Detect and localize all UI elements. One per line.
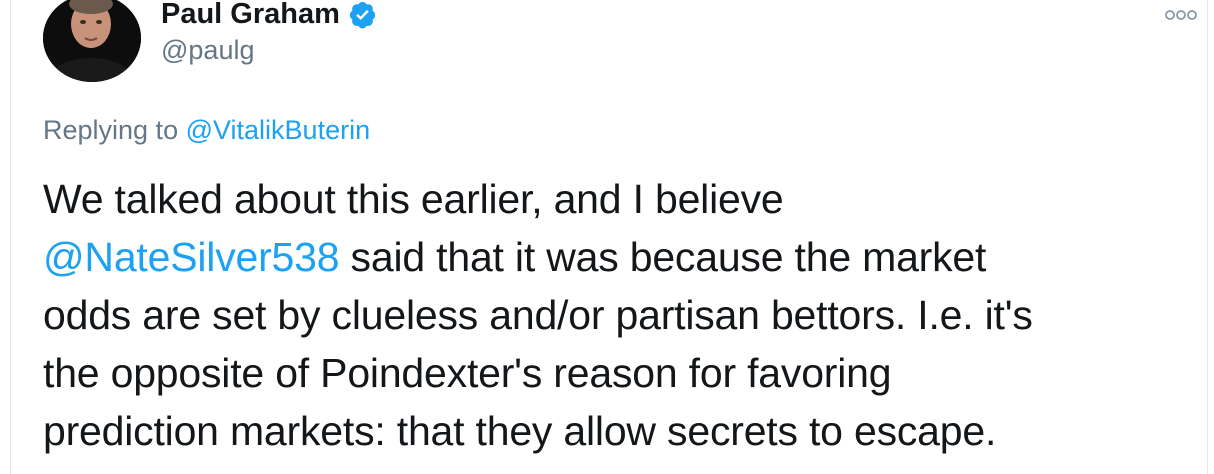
author-name-row: Paul Graham — [161, 0, 377, 34]
tweet-line-5: prediction markets: that they allow secr… — [43, 408, 997, 454]
tweet-line-4: the opposite of Poindexter's reason for … — [43, 350, 892, 396]
tweet-card: Paul Graham @paulg Replying to @VitalikB… — [10, 0, 1208, 474]
more-options-icon — [1165, 10, 1197, 20]
tweet-line-2-text: said that it was because the market — [339, 234, 987, 280]
tweet-line-1: We talked about this earlier, and I beli… — [43, 176, 784, 222]
tweet-mention-link[interactable]: @NateSilver538 — [43, 234, 340, 280]
more-options-button[interactable] — [1161, 4, 1201, 26]
author-display-name[interactable]: Paul Graham — [161, 0, 340, 32]
reply-context-prefix: Replying to — [43, 115, 179, 145]
tweet-text: We talked about this earlier, and I beli… — [43, 170, 1163, 460]
author-handle[interactable]: @paulg — [161, 32, 254, 68]
reply-mention-link[interactable]: @VitalikButerin — [186, 115, 371, 145]
avatar-image — [43, 0, 141, 82]
reply-context: Replying to @VitalikButerin — [43, 112, 370, 148]
tweet-line-3: odds are set by clueless and/or partisan… — [43, 292, 1033, 338]
verified-badge-icon — [348, 0, 377, 29]
tweet-line-2: @NateSilver538 said that it was because … — [43, 228, 1163, 286]
author-avatar[interactable] — [43, 0, 141, 82]
